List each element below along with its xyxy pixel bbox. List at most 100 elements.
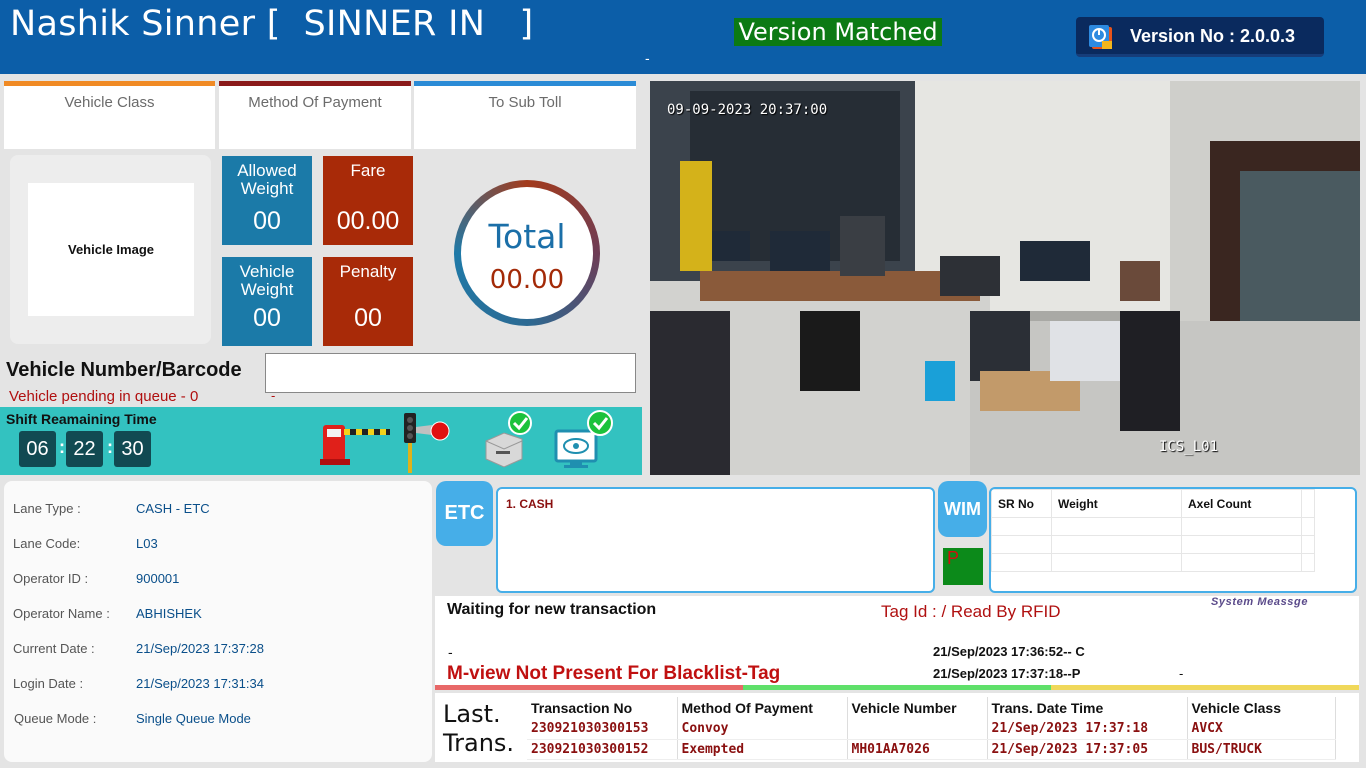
wim-col-weight: Weight [1051,489,1182,518]
wim-empty-row [991,517,1315,536]
current-date-label: Current Date : [13,641,95,656]
shift-sep: : [59,437,65,457]
fare-value: 00.00 [336,207,400,235]
vehicle-class-card: Vehicle Class [4,81,215,149]
boom-barrier-icon[interactable] [320,419,392,467]
queue-pending-text: Vehicle pending in queue - 0 [9,388,199,405]
col-method-of-payment: Method Of Payment [677,697,848,719]
transaction-no: 230921030300152 [527,739,678,760]
shift-remaining-label: Shift Reamaining Time [6,411,157,427]
camera-feed: 09-09-2023 20:37:00 ICS_L01 [650,81,1360,475]
shift-hours: 06 [19,431,56,467]
method-of-payment-card: Method Of Payment [219,81,411,149]
etc-list[interactable]: 1. CASH [496,487,935,593]
login-date-label: Login Date : [13,676,84,691]
method-of-payment: Exempted [677,739,848,760]
vehicle-image-panel: Vehicle Image [10,155,211,344]
operator-id-value: 900001 [136,571,180,586]
allowed-weight-label: Allowed Weight [237,161,297,198]
table-row[interactable]: 230921030300153 Convoy 21/Sep/2023 17:37… [527,719,1336,740]
last-trans-label: Last. Trans. [443,700,514,758]
table-row[interactable]: 230921030300152 Exempted MH01AA7026 21/S… [527,739,1336,760]
version-number: Version No : 2.0.0.3 [1130,26,1296,46]
status-bar-red [435,685,743,690]
operator-name-value: ABHISHEK [136,606,202,621]
vehicle-weight-value: 00 [253,304,281,332]
total-ring: Total 00.00 [454,180,600,326]
shift-minutes: 22 [66,431,103,467]
operator-name-label: Operator Name : [13,606,110,621]
transactions-table: Transaction No Method Of Payment Vehicle… [527,697,1336,760]
vehicle-number-input[interactable] [265,353,636,393]
vehicle-weight-label: Vehicle Weight [239,262,295,299]
penalty-label: Penalty [339,262,397,281]
wim-table: SR No Weight Axel Count [991,489,1315,572]
login-date-value: 21/Sep/2023 17:31:34 [136,676,264,691]
col-vehicle-number: Vehicle Number [847,697,988,719]
status-strip: Shift Reamaining Time 06 : 22 : 30 [0,407,642,475]
last-trans-label-line2: Trans. [443,729,515,757]
last-trans-label-line1: Last. [443,700,501,728]
trans-date-time: 21/Sep/2023 17:37:05 [987,739,1188,760]
queue-dash: - [271,388,276,403]
transaction-no: 230921030300153 [527,719,678,740]
queue-mode-label: Queue Mode : [14,711,97,726]
status-bar-green [743,685,1051,690]
waiting-message: Waiting for new transaction [447,601,657,618]
last-transactions-panel: Last. Trans. Transaction No Method Of Pa… [435,693,1359,762]
wim-empty-row [991,535,1315,554]
printer-ok-icon[interactable] [480,411,536,471]
fare-tile: Fare 00.00 [323,156,413,245]
version-status-badge: Version Matched [734,18,942,46]
system-message-title: System Meassge [1211,596,1309,608]
shift-seconds: 30 [114,431,151,467]
lane-type-label: Lane Type : [13,501,81,516]
current-date-value: 21/Sep/2023 17:37:28 [136,641,264,656]
message-dash-2: - [1179,666,1184,681]
etc-list-item[interactable]: 1. CASH [506,497,553,511]
traffic-light-icon[interactable] [402,411,454,473]
fare-label: Fare [350,161,386,180]
wim-empty-row [991,553,1315,572]
wim-col-sr: SR No [991,489,1052,518]
to-sub-toll-card: To Sub Toll [414,81,636,149]
lane-code-label: Lane Code: [13,536,81,551]
method-of-payment: Convoy [677,719,848,740]
wim-header-row: SR No Weight Axel Count [991,489,1315,518]
version-app-icon [1089,25,1112,49]
plaza-title: Nashik Sinner [ SINNER IN ] [10,4,534,44]
vehicle-number-label: Vehicle Number/Barcode [6,359,242,381]
vehicle-class: AVCX [1187,719,1336,740]
lane-type-value: CASH - ETC [136,501,210,516]
header-dash: - [645,50,650,66]
queue-mode-value: Single Queue Mode [136,711,251,726]
status-bar-yellow [1051,685,1359,690]
etc-badge: ETC [436,481,493,546]
camera-label: ICS_L01 [1159,439,1219,455]
total-value: 00.00 [489,265,565,295]
allowed-weight-value: 00 [253,207,281,235]
display-ok-icon[interactable] [554,409,616,471]
message-time-1: 21/Sep/2023 17:36:52-- C [933,644,1085,659]
trans-date-time: 21/Sep/2023 17:37:18 [987,719,1188,740]
tag-id-message: Tag Id : / Read By RFID [881,602,1061,621]
shift-sep: : [107,437,113,457]
blacklist-warning: M-view Not Present For Blacklist-Tag [447,663,781,684]
message-dash: - [448,644,453,660]
penalty-value: 00 [354,304,382,332]
penalty-tile: Penalty 00 [323,257,413,346]
col-vehicle-class: Vehicle Class [1187,697,1336,719]
wim-badge: WIM [938,481,987,537]
lane-code-value: L03 [136,536,158,551]
lane-info-panel: Lane Type : CASH - ETC Lane Code: L03 Op… [4,481,432,762]
allowed-weight-tile: Allowed Weight 00 [222,156,312,245]
wim-col-extra [1301,489,1315,518]
camera-timestamp: 09-09-2023 20:37:00 [667,102,828,118]
transactions-header-row: Transaction No Method Of Payment Vehicle… [527,697,1336,719]
header-bar: Nashik Sinner [ SINNER IN ] Version Matc… [0,0,1366,74]
wim-col-axel: Axel Count [1181,489,1302,518]
total-label: Total [488,217,566,256]
vehicle-number [847,719,988,740]
message-time-2: 21/Sep/2023 17:37:18--P [933,666,1081,681]
col-trans-date-time: Trans. Date Time [987,697,1188,719]
